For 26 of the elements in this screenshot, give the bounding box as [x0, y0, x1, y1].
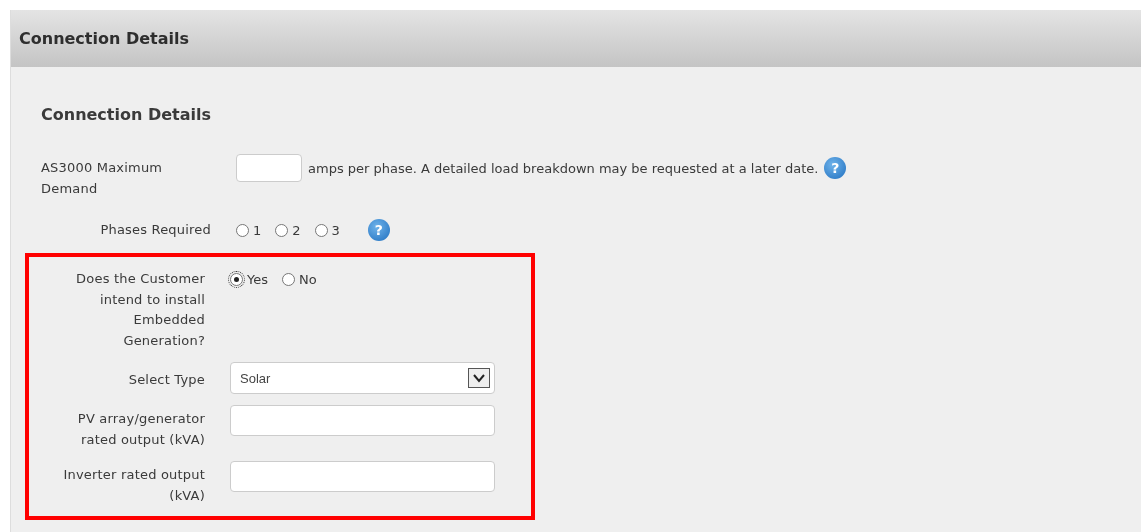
radio-button[interactable] — [314, 223, 328, 237]
field-label: AS3000 Maximum Demand — [41, 159, 164, 198]
radio-button[interactable] — [230, 272, 243, 286]
demand-note: amps per phase. A detailed load breakdown may be requested at a later date. — [308, 160, 819, 176]
section-heading: Connection Details — [41, 105, 211, 124]
radio-label: No — [299, 271, 317, 287]
help-button[interactable]: ? — [824, 157, 847, 179]
type-dropdown[interactable]: Solar — [230, 362, 495, 394]
panel-title: Connection Details — [19, 29, 189, 48]
field-label: Inverter rated output (kVA) — [62, 466, 205, 505]
input-field[interactable] — [230, 461, 495, 492]
radio-button[interactable] — [236, 223, 249, 237]
field-label: Phases Required — [99, 221, 211, 239]
radio-label: 2 — [292, 222, 301, 238]
help-button[interactable]: ? — [367, 219, 390, 241]
radio-label: 1 — [253, 222, 262, 238]
radio-label: 3 — [331, 222, 340, 238]
input-field[interactable] — [230, 405, 495, 436]
radio-button[interactable] — [275, 223, 289, 237]
radio-label: Yes — [247, 271, 268, 287]
field-label: Select Type — [127, 370, 205, 389]
field-label: Does the Customer intend to install Embedded Generation? — [75, 270, 205, 350]
radio-button[interactable] — [282, 272, 295, 286]
field-label: PV array/generator rated output (kVA) — [76, 410, 205, 449]
caret-icon — [468, 368, 490, 388]
demand-field[interactable] — [236, 154, 302, 182]
